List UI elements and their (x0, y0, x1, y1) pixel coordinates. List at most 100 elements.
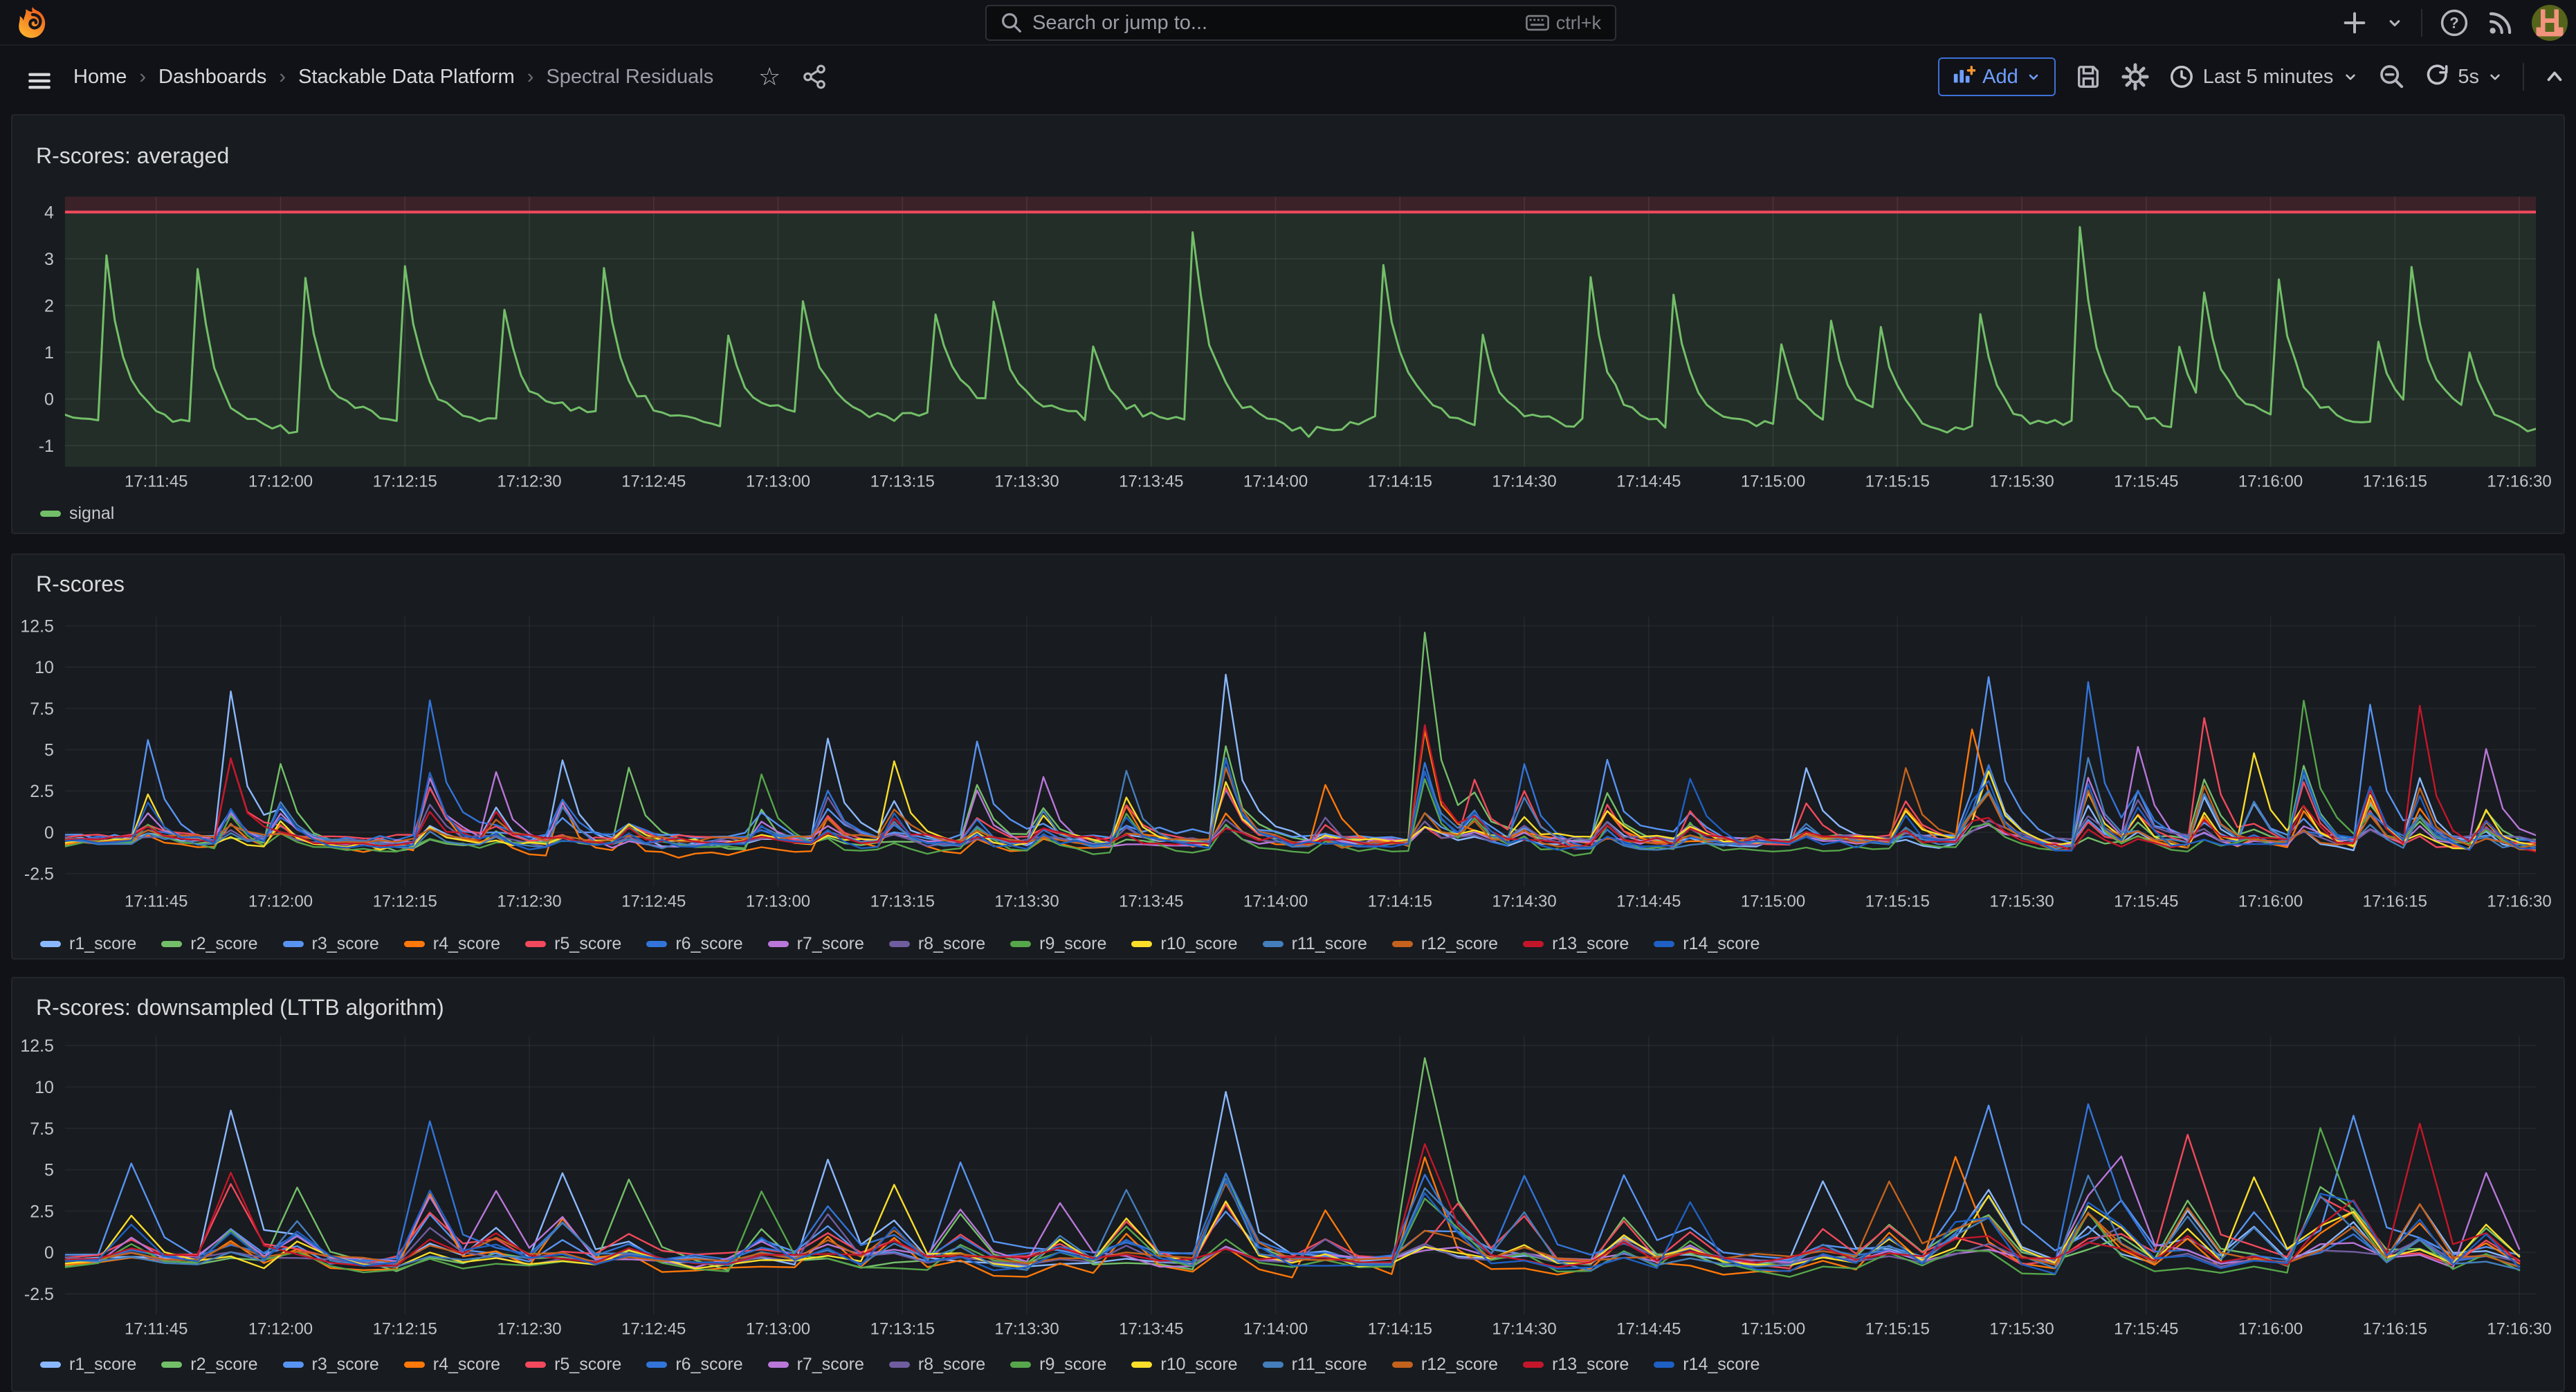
y-axis-tick-label: 12.5 (20, 617, 54, 637)
save-dashboard-icon[interactable] (2074, 63, 2102, 91)
x-axis-tick-label: 17:12:30 (497, 1320, 561, 1339)
user-avatar[interactable] (2532, 5, 2568, 41)
add-button[interactable]: Add (1938, 57, 2056, 96)
x-axis-tick-label: 17:13:45 (1119, 892, 1183, 911)
x-axis-tick-label: 17:14:30 (1492, 472, 1556, 491)
y-axis-tick-label: 0 (44, 390, 54, 410)
news-rss-icon[interactable] (2486, 8, 2515, 37)
zoom-out-icon[interactable] (2378, 63, 2406, 91)
legend-item-r3_score[interactable]: r3_score (283, 1355, 379, 1375)
legend-item-r1_score[interactable]: r1_score (40, 934, 136, 954)
legend-item-r2_score[interactable]: r2_score (161, 1355, 257, 1375)
refresh-picker[interactable]: 5s (2424, 64, 2504, 90)
legend-item-r13_score[interactable]: r13_score (1523, 934, 1629, 954)
x-axis-tick-label: 17:16:15 (2363, 1320, 2427, 1339)
timeseries-chart[interactable]: 17:11:4517:12:0017:12:1517:12:3017:12:45… (12, 978, 2564, 1391)
breadcrumb-item-home[interactable]: Home (73, 66, 127, 89)
legend-item-r3_score[interactable]: r3_score (283, 934, 379, 954)
legend-swatch (1010, 1362, 1031, 1368)
legend-label: r11_score (1292, 1355, 1367, 1375)
legend-item-r13_score[interactable]: r13_score (1523, 1355, 1629, 1375)
legend-item-r7_score[interactable]: r7_score (768, 1355, 864, 1375)
legend-item-r11_score[interactable]: r11_score (1263, 1355, 1367, 1375)
legend-swatch (283, 941, 304, 947)
breadcrumb-item-current: Spectral Residuals (546, 66, 713, 89)
x-axis-tick-label: 17:15:15 (1865, 472, 1930, 491)
x-axis-tick-label: 17:12:00 (248, 1320, 313, 1339)
legend-item-signal[interactable]: signal (40, 504, 114, 524)
legend-swatch (1523, 1362, 1544, 1368)
x-axis-tick-label: 17:13:45 (1119, 472, 1183, 491)
legend-swatch (1131, 1362, 1152, 1368)
menu-hamburger-icon[interactable] (25, 66, 54, 95)
legend-swatch (646, 1362, 667, 1368)
new-plus-button[interactable] (2341, 9, 2368, 37)
legend-item-r2_score[interactable]: r2_score (161, 934, 257, 954)
legend-item-r8_score[interactable]: r8_score (889, 1355, 985, 1375)
legend-item-r12_score[interactable]: r12_score (1392, 1355, 1498, 1375)
share-icon[interactable] (801, 64, 828, 90)
legend-label: r14_score (1683, 934, 1760, 954)
legend-item-r10_score[interactable]: r10_score (1131, 934, 1237, 954)
legend-swatch (1263, 941, 1284, 947)
x-axis-tick-label: 17:12:45 (621, 1320, 686, 1339)
legend-label: r13_score (1552, 934, 1629, 954)
panel-rscores-averaged: R-scores: averaged 17:11:4517:12:0017:12… (11, 114, 2565, 534)
x-axis-tick-label: 17:13:15 (870, 472, 935, 491)
x-axis-tick-label: 17:11:45 (125, 472, 188, 491)
legend-item-r7_score[interactable]: r7_score (768, 934, 864, 954)
legend-swatch (1131, 941, 1152, 947)
legend-label: r2_score (190, 934, 257, 954)
x-axis-tick-label: 17:13:15 (870, 1320, 935, 1339)
legend-item-r4_score[interactable]: r4_score (404, 1355, 500, 1375)
legend-item-r5_score[interactable]: r5_score (525, 1355, 621, 1375)
timeseries-chart[interactable]: 17:11:4517:12:0017:12:1517:12:3017:12:45… (12, 116, 2564, 533)
x-axis-tick-label: 17:16:00 (2238, 892, 2303, 911)
collapse-caret-up-icon[interactable] (2543, 65, 2566, 89)
time-range-picker[interactable]: Last 5 minutes (2168, 64, 2360, 90)
legend-item-r4_score[interactable]: r4_score (404, 934, 500, 954)
help-icon[interactable]: ? (2439, 8, 2469, 38)
dashboard-settings-gear-icon[interactable] (2121, 62, 2150, 91)
grafana-logo[interactable] (15, 6, 50, 40)
chevron-down-icon[interactable] (2385, 13, 2404, 33)
legend-item-r8_score[interactable]: r8_score (889, 934, 985, 954)
legend-item-r6_score[interactable]: r6_score (646, 934, 742, 954)
y-axis-tick-label: 7.5 (30, 1119, 54, 1139)
legend-item-r9_score[interactable]: r9_score (1010, 934, 1106, 954)
x-axis-tick-label: 17:16:15 (2363, 892, 2427, 911)
x-axis-tick-label: 17:12:15 (373, 472, 437, 491)
search-shortcut: ctrl+k (1556, 12, 1601, 34)
breadcrumb-item-dashboards[interactable]: Dashboards (158, 66, 266, 89)
timeseries-chart[interactable]: 17:11:4517:12:0017:12:1517:12:3017:12:45… (12, 555, 2564, 958)
y-axis-tick-label: 10 (35, 1078, 54, 1097)
refresh-icon (2424, 64, 2451, 90)
legend-item-r11_score[interactable]: r11_score (1263, 934, 1367, 954)
legend-item-r6_score[interactable]: r6_score (646, 1355, 742, 1375)
x-axis-tick-label: 17:12:45 (621, 472, 686, 491)
legend-item-r14_score[interactable]: r14_score (1654, 934, 1760, 954)
legend-item-r5_score[interactable]: r5_score (525, 934, 621, 954)
legend-item-r10_score[interactable]: r10_score (1131, 1355, 1237, 1375)
search-input[interactable]: Search or jump to... ctrl+k (985, 5, 1616, 41)
legend-item-r14_score[interactable]: r14_score (1654, 1355, 1760, 1375)
legend-item-r1_score[interactable]: r1_score (40, 1355, 136, 1375)
breadcrumb-item-folder[interactable]: Stackable Data Platform (298, 66, 515, 89)
x-axis-tick-label: 17:13:00 (746, 472, 810, 491)
legend-swatch (1654, 941, 1674, 947)
legend-item-r9_score[interactable]: r9_score (1010, 1355, 1106, 1375)
legend-label: r3_score (312, 1355, 379, 1375)
legend-swatch (1010, 941, 1031, 947)
chart-legend: r1_score r2_score r3_score r4_score r5_score… (40, 934, 1760, 954)
dashboard-grid: R-scores: averaged 17:11:4517:12:0017:12… (11, 114, 2565, 1392)
y-axis-tick-label: 2.5 (30, 1202, 54, 1221)
keyboard-icon (1526, 15, 1549, 31)
legend-swatch (768, 1362, 789, 1368)
x-axis-tick-label: 17:12:30 (497, 892, 561, 911)
legend-label: r8_score (918, 934, 985, 954)
x-axis-tick-label: 17:12:00 (248, 892, 313, 911)
legend-item-r12_score[interactable]: r12_score (1392, 934, 1498, 954)
y-axis-tick-label: 2.5 (30, 782, 54, 801)
legend-swatch (404, 941, 425, 947)
favorite-star-icon[interactable]: ☆ (758, 62, 780, 91)
